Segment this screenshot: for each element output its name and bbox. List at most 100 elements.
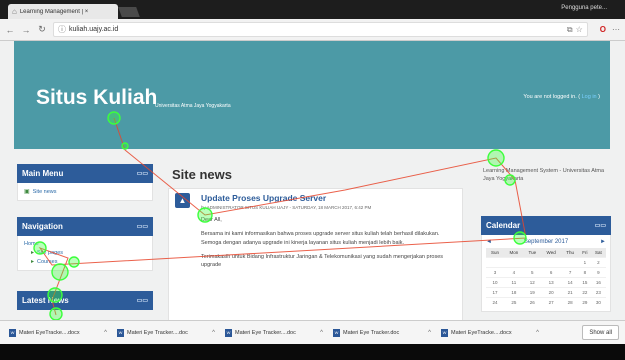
nav-item-home[interactable]: Home	[24, 241, 146, 247]
calendar-day[interactable]: 4	[504, 267, 524, 278]
downloads-bar: W Materi EyeTracke....docx ^ W Materi Ey…	[0, 320, 625, 344]
calendar-week-row: 17 18 19 20 21 22 23	[486, 287, 606, 298]
block-header: Latest News ▭▭	[17, 291, 153, 310]
reload-icon[interactable]: ↻	[37, 24, 47, 35]
star-icon[interactable]: ☆	[576, 25, 583, 34]
calendar-day[interactable]: 1	[578, 257, 591, 268]
calendar-day[interactable]: 6	[540, 267, 562, 278]
menu-icon[interactable]: ⋯	[612, 25, 620, 34]
new-tab-button[interactable]	[118, 7, 140, 17]
caret-up-icon[interactable]: ^	[104, 330, 107, 336]
block-controls-icon[interactable]: ▭▭	[595, 222, 606, 229]
calendar-week-row: 10 11 12 13 14 15 16	[486, 277, 606, 288]
info-icon[interactable]: ⓘ	[58, 24, 66, 35]
calendar-day[interactable]: 16	[590, 277, 606, 288]
menu-item-site-news[interactable]: ▣ Site news	[24, 188, 146, 196]
download-name: Materi Eye Tracker....doc	[235, 329, 296, 336]
calendar-day[interactable]: 12	[523, 277, 541, 288]
show-all-button[interactable]: Show all	[582, 325, 619, 340]
calendar-day[interactable]: 11	[504, 277, 524, 288]
calendar-day[interactable]: 30	[590, 297, 606, 307]
word-doc-icon: W	[225, 328, 232, 337]
calendar-day[interactable]: 24	[486, 297, 505, 307]
calendar-day[interactable]: 8	[578, 267, 591, 278]
calendar-day[interactable]: 3	[486, 267, 505, 278]
download-name: Materi Eye Tracker....doc	[127, 329, 188, 336]
tab-title: Learning Management | ×	[19, 8, 89, 15]
section-title: Site news	[172, 167, 232, 182]
opera-icon[interactable]: O	[600, 25, 606, 34]
calendar-day[interactable]: 25	[504, 297, 524, 307]
calendar-day[interactable]: 10	[486, 277, 505, 288]
post-title[interactable]: Update Proses Upgrade Server	[201, 193, 456, 203]
calendar-day[interactable]: 21	[561, 287, 579, 298]
caret-up-icon[interactable]: ^	[536, 330, 539, 336]
calendar-day[interactable]: 2	[590, 257, 606, 268]
forward-icon[interactable]: →	[21, 25, 31, 35]
site-title[interactable]: Situs Kuliah	[36, 86, 157, 110]
navigation-block: Navigation ▭▭ Home ▸ Site pages ▸ Course…	[17, 217, 153, 271]
post-paragraph: Terimakasih untuk Bidang Infrastruktur J…	[201, 253, 444, 268]
block-title: Main Menu	[22, 169, 64, 178]
url-text[interactable]: kuliah.uajy.ac.id	[69, 26, 564, 33]
word-doc-icon: W	[441, 328, 448, 337]
post-body: Dear All, Bersama ini kami informasikan …	[201, 216, 456, 269]
address-bar[interactable]: ⓘ kuliah.uajy.ac.id ⧉ ☆	[53, 22, 588, 37]
calendar-prev-icon[interactable]: ◄	[486, 239, 492, 245]
download-item[interactable]: W Materi Eye Tracker.doc ^	[330, 324, 434, 342]
news-post: ▲ Update Proses Upgrade Server by ADMINI…	[168, 188, 463, 320]
calendar-day[interactable]: 20	[540, 287, 562, 298]
calendar-day[interactable]: 19	[523, 287, 541, 298]
block-controls-icon[interactable]: ▭▭	[137, 170, 148, 177]
post-author-icon: ▲	[175, 193, 190, 208]
block-body: Home ▸ Site pages ▸ Courses	[17, 236, 153, 271]
login-text: You are not logged in. (	[523, 94, 581, 100]
calendar-day[interactable]: 26	[523, 297, 541, 307]
calendar-day[interactable]: 17	[486, 287, 505, 298]
calendar-day[interactable]: 5	[523, 267, 541, 278]
block-header: Calendar ▭▭	[481, 216, 611, 235]
nav-item-courses[interactable]: ▸ Courses	[31, 258, 146, 266]
calendar-day	[561, 257, 579, 268]
caret-up-icon[interactable]: ^	[212, 330, 215, 336]
caret-up-icon[interactable]: ^	[428, 330, 431, 336]
download-item[interactable]: W Materi EyeTracke....docx ^	[438, 324, 542, 342]
block-title: Navigation	[22, 222, 63, 231]
profile-label[interactable]: Pengguna pete...	[561, 5, 607, 11]
post-paragraph: Bersama ini kami informasikan bahwa pros…	[201, 231, 440, 246]
translate-icon[interactable]: ⧉	[567, 25, 573, 35]
nav-item-site-pages[interactable]: ▸ Site pages	[31, 249, 146, 257]
calendar-month[interactable]: September 2017	[524, 239, 568, 245]
favicon-icon: ⌂	[12, 7, 17, 16]
day-name: Sun	[486, 248, 505, 258]
login-link[interactable]: Log in	[582, 94, 597, 100]
menu-item-label: Site news	[32, 188, 57, 195]
download-item[interactable]: W Materi Eye Tracker....doc ^	[222, 324, 326, 342]
triangle-icon: ▸	[31, 250, 35, 256]
calendar-day[interactable]: 27	[540, 297, 562, 307]
calendar-day[interactable]: 15	[578, 277, 591, 288]
block-header: Main Menu ▭▭	[17, 164, 153, 183]
download-item[interactable]: W Materi Eye Tracker....doc ^	[114, 324, 218, 342]
block-controls-icon[interactable]: ▭▭	[137, 223, 148, 230]
calendar-next-icon[interactable]: ►	[600, 239, 606, 245]
calendar-day[interactable]: 28	[561, 297, 579, 307]
calendar-day[interactable]: 18	[504, 287, 524, 298]
caret-up-icon[interactable]: ^	[320, 330, 323, 336]
download-item[interactable]: W Materi EyeTracke....docx ^	[6, 324, 110, 342]
browser-tab[interactable]: ⌂ Learning Management | ×	[8, 4, 118, 19]
calendar-day[interactable]: 13	[540, 277, 562, 288]
download-name: Materi Eye Tracker.doc	[343, 329, 400, 336]
main-column: Site news ▲ Update Proses Upgrade Server…	[168, 163, 463, 320]
calendar-day[interactable]: 22	[578, 287, 591, 298]
day-name: Tue	[523, 248, 541, 258]
calendar-day[interactable]: 29	[578, 297, 591, 307]
calendar-day[interactable]: 9	[590, 267, 606, 278]
calendar-day[interactable]: 7	[561, 267, 579, 278]
back-icon[interactable]: ←	[5, 25, 15, 35]
browser-toolbar: ← → ↻ ⓘ kuliah.uajy.ac.id ⧉ ☆ O ⋯	[0, 19, 625, 41]
calendar-day[interactable]: 23	[590, 287, 606, 298]
calendar-day[interactable]: 14	[561, 277, 579, 288]
block-controls-icon[interactable]: ▭▭	[137, 297, 148, 304]
word-doc-icon: W	[9, 328, 16, 337]
